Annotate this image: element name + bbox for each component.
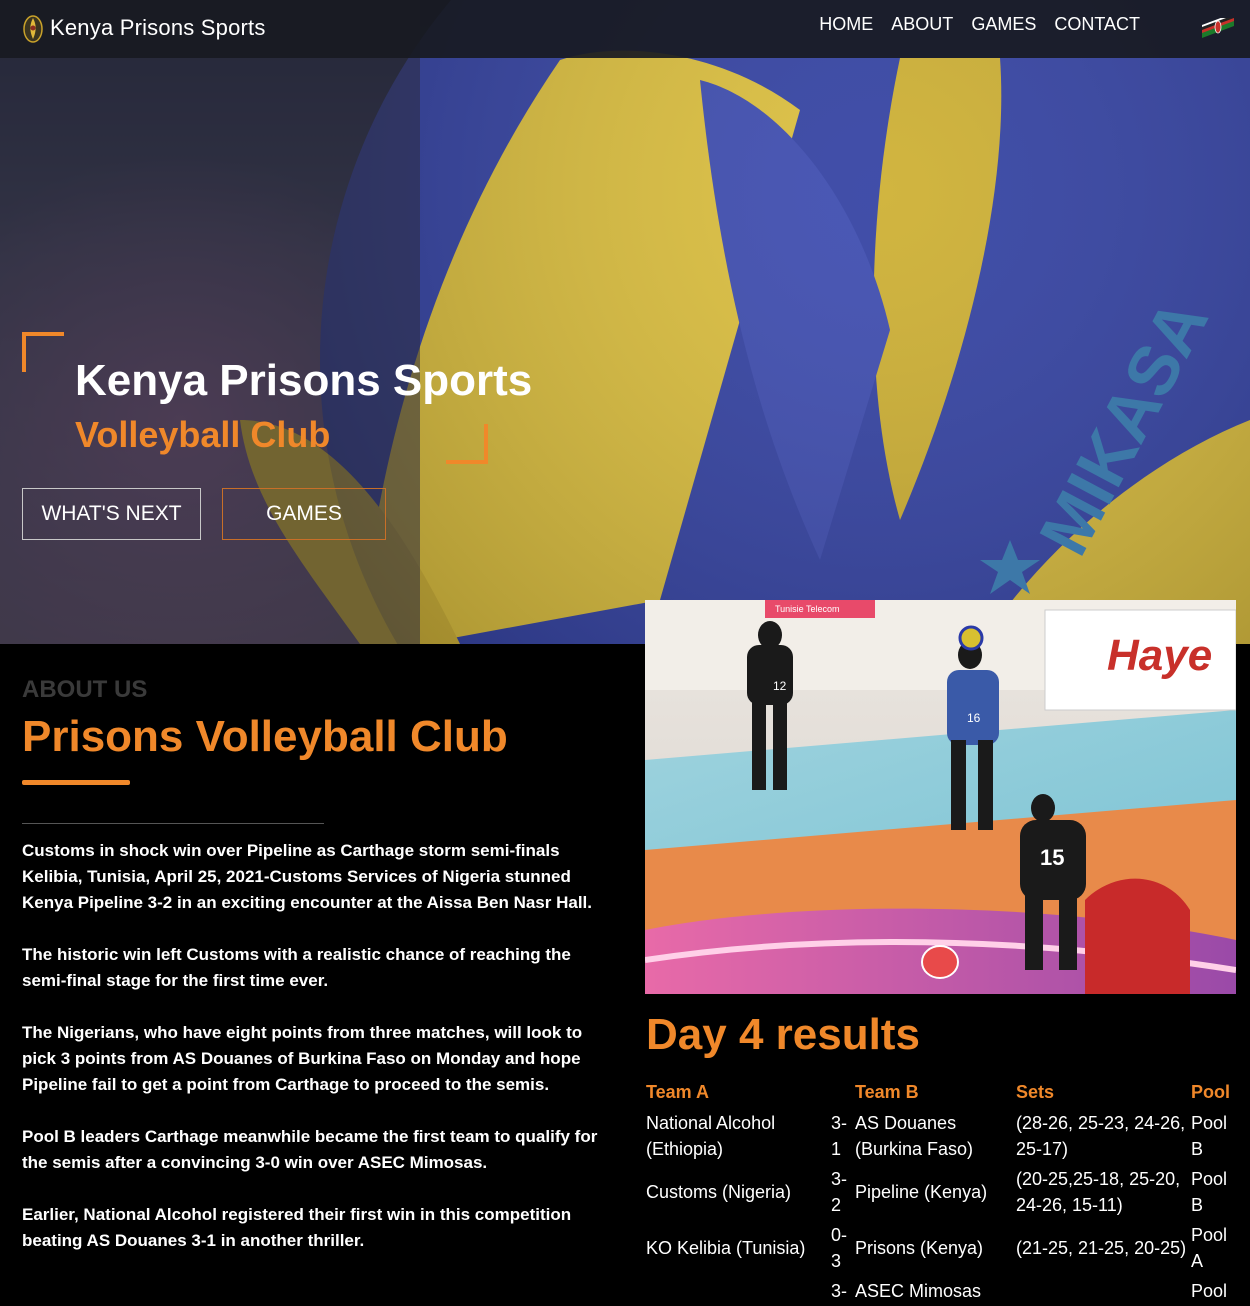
svg-text:15: 15 <box>1040 845 1064 870</box>
header-sets: Sets <box>1016 1082 1055 1102</box>
team-a-cell <box>646 1276 831 1306</box>
header-score <box>831 1082 855 1108</box>
about-heading: Prisons Volleyball Club <box>22 712 508 761</box>
brand-name: Kenya Prisons Sports <box>50 15 266 40</box>
svg-text:16: 16 <box>967 711 981 725</box>
sets-cell: (21-25, 21-25, 20-25) <box>1016 1238 1187 1258</box>
sets-cell: (28-26, 25-23, 24-26, 25-17) <box>1016 1113 1186 1159</box>
nav-contact[interactable]: CONTACT <box>1054 14 1140 35</box>
article-paragraph: Earlier, National Alcohol registered the… <box>22 1205 572 1250</box>
pool-cell: Pool A <box>1191 1225 1228 1271</box>
sets-cell: (20-25,25-18, 25-20, 24-26, 15-11) <box>1016 1169 1181 1215</box>
hero-title-block: Kenya Prisons Sports Volleyball Club <box>22 332 532 464</box>
header-pool: Pool <box>1191 1082 1230 1102</box>
hero-section: MIKASA Kenya Prisons Sports HOME ABOUT G… <box>0 0 1250 644</box>
team-a-cell: National Alcohol (Ethiopia) <box>646 1113 776 1159</box>
prisons-emblem-icon <box>23 15 43 43</box>
header-team-a: Team A <box>646 1082 710 1102</box>
divider <box>22 823 324 824</box>
sets-cell <box>1016 1276 1191 1306</box>
article-paragraph: Customs in shock win over Pipeline as Ca… <box>22 841 592 912</box>
team-b-cell: Prisons (Kenya) <box>855 1238 984 1258</box>
article-paragraph: The Nigerians, who have eight points fro… <box>22 1023 583 1094</box>
pool-cell: Pool <box>1191 1281 1228 1301</box>
kenya-flag-icon[interactable] <box>1202 18 1234 38</box>
header-team-b: Team B <box>855 1082 919 1102</box>
team-b-cell: ASEC Mimosas <box>855 1281 982 1301</box>
navbar: Kenya Prisons Sports HOME ABOUT GAMES CO… <box>0 0 1250 58</box>
about-article: Customs in shock win over Pipeline as Ca… <box>22 838 612 1254</box>
table-row: Customs (Nigeria) 3-2 Pipeline (Kenya) (… <box>646 1164 1236 1220</box>
hero-subtitle: Volleyball Club <box>75 414 331 455</box>
about-eyebrow: ABOUT US <box>22 676 148 703</box>
hero-title: Kenya Prisons Sports <box>75 356 533 405</box>
score-cell: 3-1 <box>831 1113 848 1159</box>
svg-text:Tunisie Telecom: Tunisie Telecom <box>775 604 840 614</box>
svg-text:12: 12 <box>773 679 787 693</box>
brand-link[interactable]: Kenya Prisons Sports <box>22 8 266 48</box>
team-a-cell: KO Kelibia (Tunisia) <box>646 1238 806 1258</box>
svg-text:Haye: Haye <box>1107 631 1212 680</box>
table-row: KO Kelibia (Tunisia) 0-3 Prisons (Kenya)… <box>646 1220 1236 1276</box>
team-b-cell: Pipeline (Kenya) <box>855 1182 988 1202</box>
main-nav: HOME ABOUT GAMES CONTACT <box>819 14 1140 35</box>
score-cell: 3- <box>831 1281 848 1301</box>
team-a-cell: Customs (Nigeria) <box>646 1182 792 1202</box>
results-heading: Day 4 results <box>646 1010 920 1059</box>
table-row: National Alcohol (Ethiopia) 3-1 AS Douan… <box>646 1108 1236 1164</box>
nav-about[interactable]: ABOUT <box>891 14 953 35</box>
article-paragraph: Pool B leaders Carthage meanwhile became… <box>22 1127 598 1172</box>
results-table: Team A Team B Sets Pool National Alcohol… <box>646 1082 1236 1306</box>
table-row: 3- ASEC Mimosas Pool <box>646 1276 1236 1306</box>
pool-cell: Pool B <box>1191 1113 1228 1159</box>
volleyball-image: MIKASA <box>0 0 1250 644</box>
about-section: ABOUT US Prisons Volleyball Club Customs… <box>22 676 612 1280</box>
score-cell: 0-3 <box>831 1225 848 1271</box>
games-button[interactable]: GAMES <box>222 488 386 540</box>
whats-next-button[interactable]: WHAT'S NEXT <box>22 488 201 540</box>
team-b-cell: AS Douanes (Burkina Faso) <box>855 1113 974 1159</box>
corner-bracket-bottom-right <box>446 424 488 464</box>
heading-underline <box>22 780 130 785</box>
nav-games[interactable]: GAMES <box>971 14 1036 35</box>
article-paragraph: The historic win left Customs with a rea… <box>22 945 571 990</box>
pool-cell: Pool B <box>1191 1169 1228 1215</box>
table-header-row: Team A Team B Sets Pool <box>646 1082 1236 1108</box>
corner-bracket-top-left <box>22 332 64 372</box>
match-photo: Haye Tunisie Telecom 12 16 15 <box>645 600 1236 994</box>
nav-home[interactable]: HOME <box>819 14 873 35</box>
score-cell: 3-2 <box>831 1169 848 1215</box>
